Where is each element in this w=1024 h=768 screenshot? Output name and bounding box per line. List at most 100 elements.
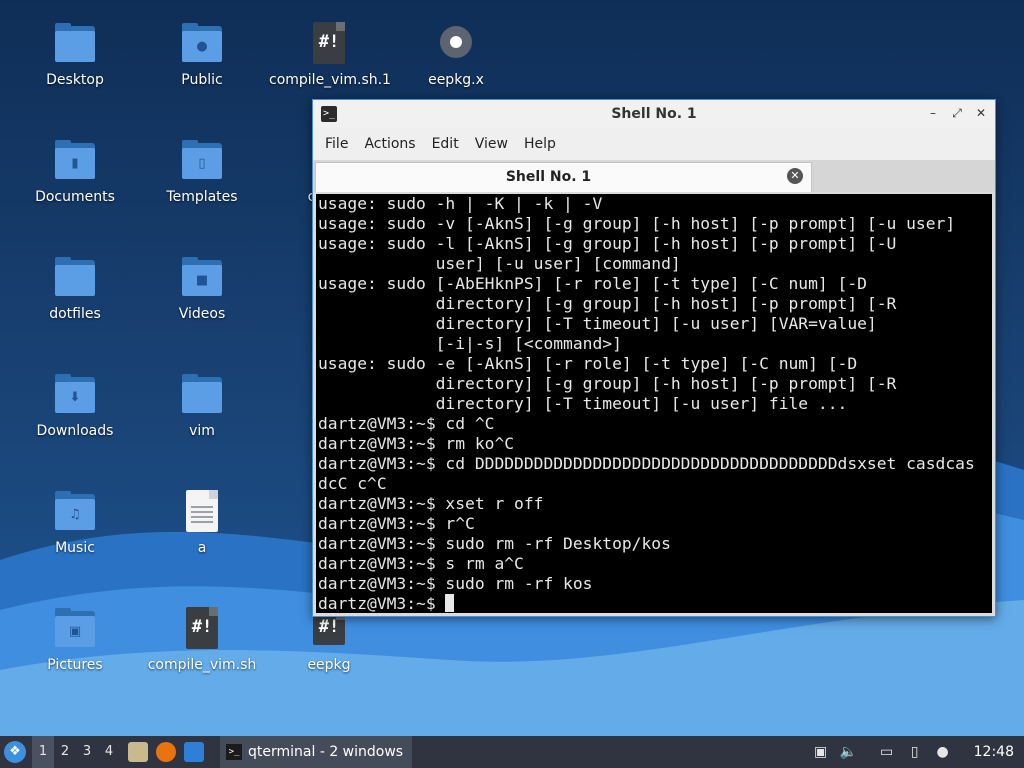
taskbar: ❖ 1 2 3 4 >_ qterminal - 2 windows ▣ 🔈 ▭… [0, 736, 1024, 768]
taskbar-terminal-task[interactable]: >_ qterminal - 2 windows [220, 736, 412, 768]
workspace-4[interactable]: 4 [98, 736, 120, 768]
desktop-icon[interactable] [184, 742, 204, 762]
menu-actions[interactable]: Actions [356, 136, 423, 152]
clock[interactable]: 12:48 [974, 744, 1014, 760]
desktop-icon-compile-vim-sh[interactable]: #! compile_vim.sh [142, 605, 262, 673]
volume-icon[interactable]: 🔈 [840, 743, 858, 761]
icon-label: Videos [178, 306, 226, 322]
terminal-line: usage: sudo [-AbEHknPS] [-r role] [-t ty… [318, 274, 867, 293]
terminal-line: usage: sudo -h | -K | -k | -V [318, 194, 603, 213]
text-cursor [445, 594, 455, 612]
menu-edit[interactable]: Edit [424, 136, 467, 152]
task-label: qterminal - 2 windows [248, 744, 404, 760]
folder-videos-icon: ■ [178, 254, 226, 302]
terminal-line: dartz@VM3:~$ s rm a^C [318, 554, 524, 573]
menu-help[interactable]: Help [516, 136, 564, 152]
shell-script-icon: #! [305, 20, 353, 68]
firefox-icon[interactable] [156, 742, 176, 762]
terminal-window[interactable]: >_ Shell No. 1 – ⤢ ✕ File Actions Edit V… [312, 99, 996, 617]
terminal-prompt: dartz@VM3:~$ [318, 594, 446, 613]
folder-templates-icon: ▯ [178, 137, 226, 185]
terminal-line: dartz@VM3:~$ cd DDDDDDDDDDDDDDDDDDDDDDDD… [318, 454, 975, 473]
terminal-line: dartz@VM3:~$ sudo rm -rf kos [318, 574, 593, 593]
desktop-icon-templates[interactable]: ▯ Templates [142, 137, 262, 205]
folder-icon [51, 20, 99, 68]
desktop-icon-vim[interactable]: vim [142, 371, 262, 439]
terminal-line: usage: sudo -e [-AknS] [-r role] [-t typ… [318, 354, 858, 373]
terminal-line: usage: sudo -v [-AknS] [-g group] [-h ho… [318, 214, 956, 233]
icon-label: Desktop [46, 72, 104, 88]
desktop-icon-public[interactable]: ● Public [142, 20, 262, 88]
desktop-icon-eepkg-x[interactable]: eepkg.x [396, 20, 516, 88]
desktop-icon-videos[interactable]: ■ Videos [142, 254, 262, 322]
maximize-button[interactable]: ⤢ [949, 105, 965, 121]
terminal-line: usage: sudo -l [-AknS] [-g group] [-h ho… [318, 234, 897, 253]
icon-label: vim [189, 423, 215, 439]
terminal-line: directory] [-T timeout] [-u user] file .… [318, 394, 848, 413]
terminal-line: dartz@VM3:~$ xset r off [318, 494, 544, 513]
icon-label: compile_vim.sh.1 [269, 72, 391, 88]
desktop-icon-music[interactable]: ♫ Music [15, 488, 135, 556]
desktop-icon-downloads[interactable]: ⬇ Downloads [15, 371, 135, 439]
terminal-line: dartz@VM3:~$ cd ^C [318, 414, 495, 433]
start-menu-icon[interactable]: ❖ [4, 741, 26, 763]
executable-gear-icon [432, 20, 480, 68]
window-titlebar[interactable]: >_ Shell No. 1 – ⤢ ✕ [313, 100, 995, 128]
folder-pictures-icon: ▣ [51, 605, 99, 653]
folder-icon [178, 371, 226, 419]
terminal-line: directory] [-g group] [-h host] [-p prom… [318, 374, 897, 393]
icon-label: Templates [166, 189, 238, 205]
icon-label: dotfiles [49, 306, 101, 322]
minimize-button[interactable]: – [925, 105, 941, 121]
icon-label: a [197, 540, 207, 556]
folder-downloads-icon: ⬇ [51, 371, 99, 419]
terminal-line: directory] [-g group] [-h host] [-p prom… [318, 294, 897, 313]
updates-icon[interactable]: ▣ [812, 743, 830, 761]
menu-view[interactable]: View [467, 136, 516, 152]
tab-close-icon[interactable]: ✕ [787, 168, 803, 184]
desktop-icon-dotfiles[interactable]: dotfiles [15, 254, 135, 322]
icon-label: compile_vim.sh [147, 657, 257, 673]
icon-label: Public [181, 72, 223, 88]
terminal-app-icon: >_ [226, 744, 242, 760]
terminal-line: dcC c^C [318, 474, 387, 493]
terminal-output[interactable]: usage: sudo -h | -K | -k | -V usage: sud… [316, 194, 992, 613]
terminal-line: dartz@VM3:~$ r^C [318, 514, 475, 533]
workspace-1[interactable]: 1 [32, 736, 54, 768]
notification-icon[interactable]: ● [934, 743, 952, 761]
text-file-icon [178, 488, 226, 536]
terminal-line: directory] [-T timeout] [-u user] [VAR=v… [318, 314, 877, 333]
desktop-icon-documents[interactable]: ▮ Documents [15, 137, 135, 205]
terminal-line: user] [-u user] [command] [318, 254, 681, 273]
tab-label: Shell No. 1 [505, 169, 592, 185]
folder-documents-icon: ▮ [51, 137, 99, 185]
window-title: Shell No. 1 [611, 106, 697, 122]
workspace-2[interactable]: 2 [54, 736, 76, 768]
terminal-line: dartz@VM3:~$ sudo rm -rf Desktop/kos [318, 534, 671, 553]
tab-bar: Shell No. 1 ✕ [313, 160, 995, 192]
clipboard-icon[interactable]: ▯ [906, 743, 924, 761]
desktop-icon-compile-vim-sh-1[interactable]: #! compile_vim.sh.1 [269, 20, 391, 88]
desktop-icon-pictures[interactable]: ▣ Pictures [15, 605, 135, 673]
workspace-3[interactable]: 3 [76, 736, 98, 768]
close-button[interactable]: ✕ [973, 105, 989, 121]
menu-file[interactable]: File [317, 136, 356, 152]
icon-label: Documents [35, 189, 115, 205]
icon-label: Music [55, 540, 95, 556]
shell-script-icon: #! [178, 605, 226, 653]
desktop-icon-a[interactable]: a [142, 488, 262, 556]
icon-label: Pictures [47, 657, 103, 673]
icon-label: eepkg.x [428, 72, 484, 88]
terminal-line: [-i|-s] [<command>] [318, 334, 622, 353]
menu-bar: File Actions Edit View Help [313, 128, 995, 160]
folder-public-icon: ● [178, 20, 226, 68]
network-icon[interactable]: ▭ [878, 743, 896, 761]
files-icon[interactable] [128, 742, 148, 762]
icon-label: eepkg [307, 657, 351, 673]
icon-label: Downloads [36, 423, 114, 439]
terminal-line: dartz@VM3:~$ rm ko^C [318, 434, 515, 453]
folder-icon [51, 254, 99, 302]
tab-shell-1[interactable]: Shell No. 1 ✕ [315, 162, 812, 192]
desktop-icon-desktop[interactable]: Desktop [15, 20, 135, 88]
terminal-prompt-line[interactable]: dartz@VM3:~$ [316, 594, 992, 613]
